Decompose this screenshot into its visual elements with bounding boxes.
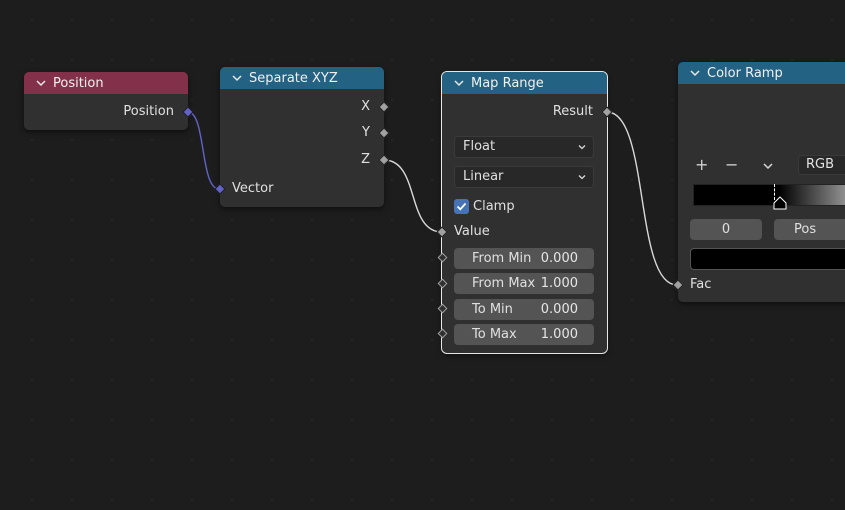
collapse-chevron-icon[interactable] [688, 66, 702, 80]
chevron-down-icon[interactable] [761, 159, 775, 173]
data-type-value: Float [463, 139, 496, 154]
remove-stop-button[interactable]: − [725, 155, 738, 174]
collapse-chevron-icon[interactable] [34, 76, 48, 90]
checkmark-icon [456, 202, 467, 211]
chevron-down-icon [578, 145, 586, 150]
position-output-label: Position [123, 104, 174, 119]
node-title: Separate XYZ [249, 70, 338, 86]
map-range-node-header[interactable]: Map Range [442, 72, 607, 94]
node-title: Position [53, 75, 104, 91]
stop-index-field[interactable]: 0 [690, 219, 762, 240]
data-type-dropdown[interactable]: Float [454, 136, 594, 158]
color-ramp-node[interactable]: Color Ramp + − RGB 0 Pos Fac [672, 62, 845, 302]
field-value: 1.000 [540, 327, 578, 342]
stop-position-field[interactable]: Pos [774, 219, 845, 240]
z-output-label: Z [361, 152, 370, 167]
chevron-down-icon [578, 175, 586, 180]
position-node-header[interactable]: Position [24, 72, 188, 94]
field-value: 1.000 [540, 276, 578, 291]
collapse-chevron-icon[interactable] [230, 71, 244, 85]
node-title: Color Ramp [707, 65, 783, 81]
color-mode-value: RGB [806, 157, 835, 172]
field-label: To Max [472, 327, 517, 342]
color-ramp-gradient[interactable] [693, 184, 845, 206]
clamp-label: Clamp [473, 199, 515, 214]
from-max-field[interactable]: From Max 1.000 [454, 273, 594, 294]
separate-xyz-node-header[interactable]: Separate XYZ [220, 67, 384, 89]
y-output-label: Y [362, 125, 370, 140]
link-position-to-vector[interactable] [187, 111, 220, 190]
field-value: 0.000 [540, 302, 578, 317]
link-z-to-value[interactable] [383, 159, 443, 233]
field-value: 0.000 [540, 251, 578, 266]
stop-position-label: Pos [794, 222, 817, 237]
color-stop-marker-icon[interactable] [773, 196, 787, 210]
interpolation-value: Linear [463, 169, 504, 184]
add-stop-button[interactable]: + [695, 155, 708, 174]
fac-input-label: Fac [690, 277, 712, 292]
to-min-field[interactable]: To Min 0.000 [454, 299, 594, 320]
clamp-checkbox[interactable] [454, 199, 469, 214]
stop-color-swatch[interactable] [690, 248, 845, 270]
separate-xyz-node[interactable]: Separate XYZ X Y Z Vector [214, 67, 390, 207]
map-range-node[interactable]: Map Range Result Float Linear Clamp Valu… [436, 71, 613, 354]
node-title: Map Range [471, 75, 544, 91]
x-output-label: X [361, 99, 370, 114]
field-label: From Max [472, 276, 536, 291]
value-input-label: Value [454, 224, 490, 239]
link-result-to-fac[interactable] [606, 111, 678, 286]
color-mode-dropdown[interactable]: RGB [798, 155, 845, 175]
color-ramp-node-header[interactable]: Color Ramp [678, 62, 845, 84]
stop-index-value: 0 [721, 222, 731, 237]
collapse-chevron-icon[interactable] [452, 76, 466, 90]
to-max-field[interactable]: To Max 1.000 [454, 324, 594, 345]
field-label: From Min [472, 251, 532, 266]
interpolation-dropdown[interactable]: Linear [454, 166, 594, 188]
field-label: To Min [472, 302, 513, 317]
result-output-label: Result [552, 104, 593, 119]
from-min-field[interactable]: From Min 0.000 [454, 248, 594, 269]
vector-input-label: Vector [232, 181, 274, 196]
position-node[interactable]: Position Position [24, 72, 194, 130]
